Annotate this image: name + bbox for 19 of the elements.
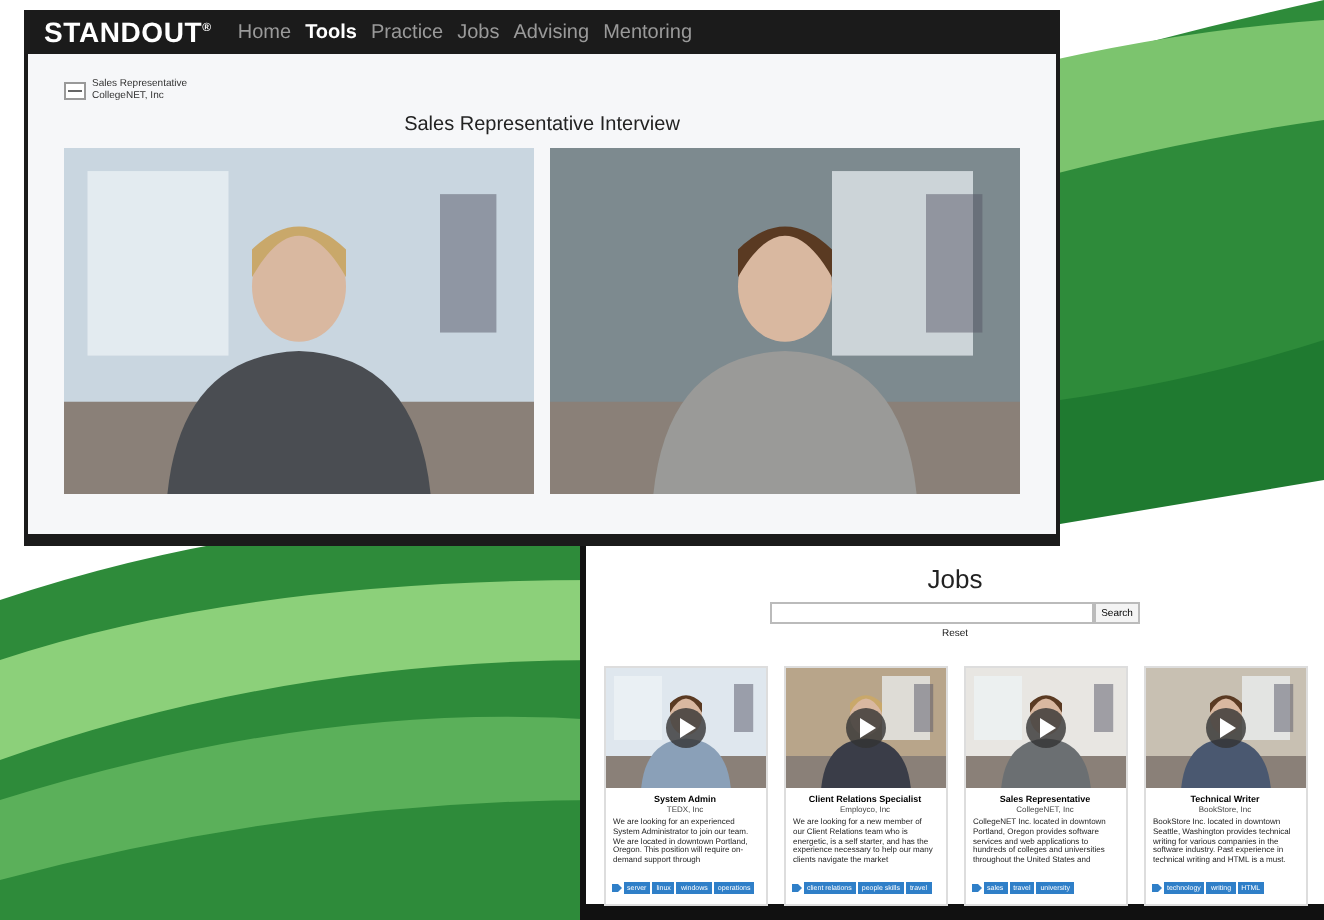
interview-title: Sales Representative Interview xyxy=(402,114,682,136)
tag-icon xyxy=(791,884,801,892)
play-icon[interactable] xyxy=(845,708,885,748)
tag-icon xyxy=(611,884,621,892)
search-field[interactable] xyxy=(769,602,1094,624)
tag-icon xyxy=(971,884,981,892)
company-logo-icon xyxy=(64,81,86,99)
play-icon[interactable] xyxy=(1205,708,1245,748)
nav-link[interactable]: Home xyxy=(237,21,292,43)
play-icon[interactable] xyxy=(1025,708,1065,748)
tag-icon xyxy=(1151,884,1161,892)
page-title: Jobs xyxy=(927,564,983,594)
play-icon[interactable] xyxy=(665,708,705,748)
nav-link[interactable]: Practice xyxy=(371,21,444,43)
nav-link[interactable]: Jobs xyxy=(457,21,500,43)
logo[interactable]: STANDOUT$^{®}$ xyxy=(44,16,212,48)
nav-link[interactable]: Advising xyxy=(513,21,590,43)
nav-link[interactable]: Mentoring xyxy=(603,21,693,43)
nav-link[interactable]: Tools xyxy=(305,21,357,43)
